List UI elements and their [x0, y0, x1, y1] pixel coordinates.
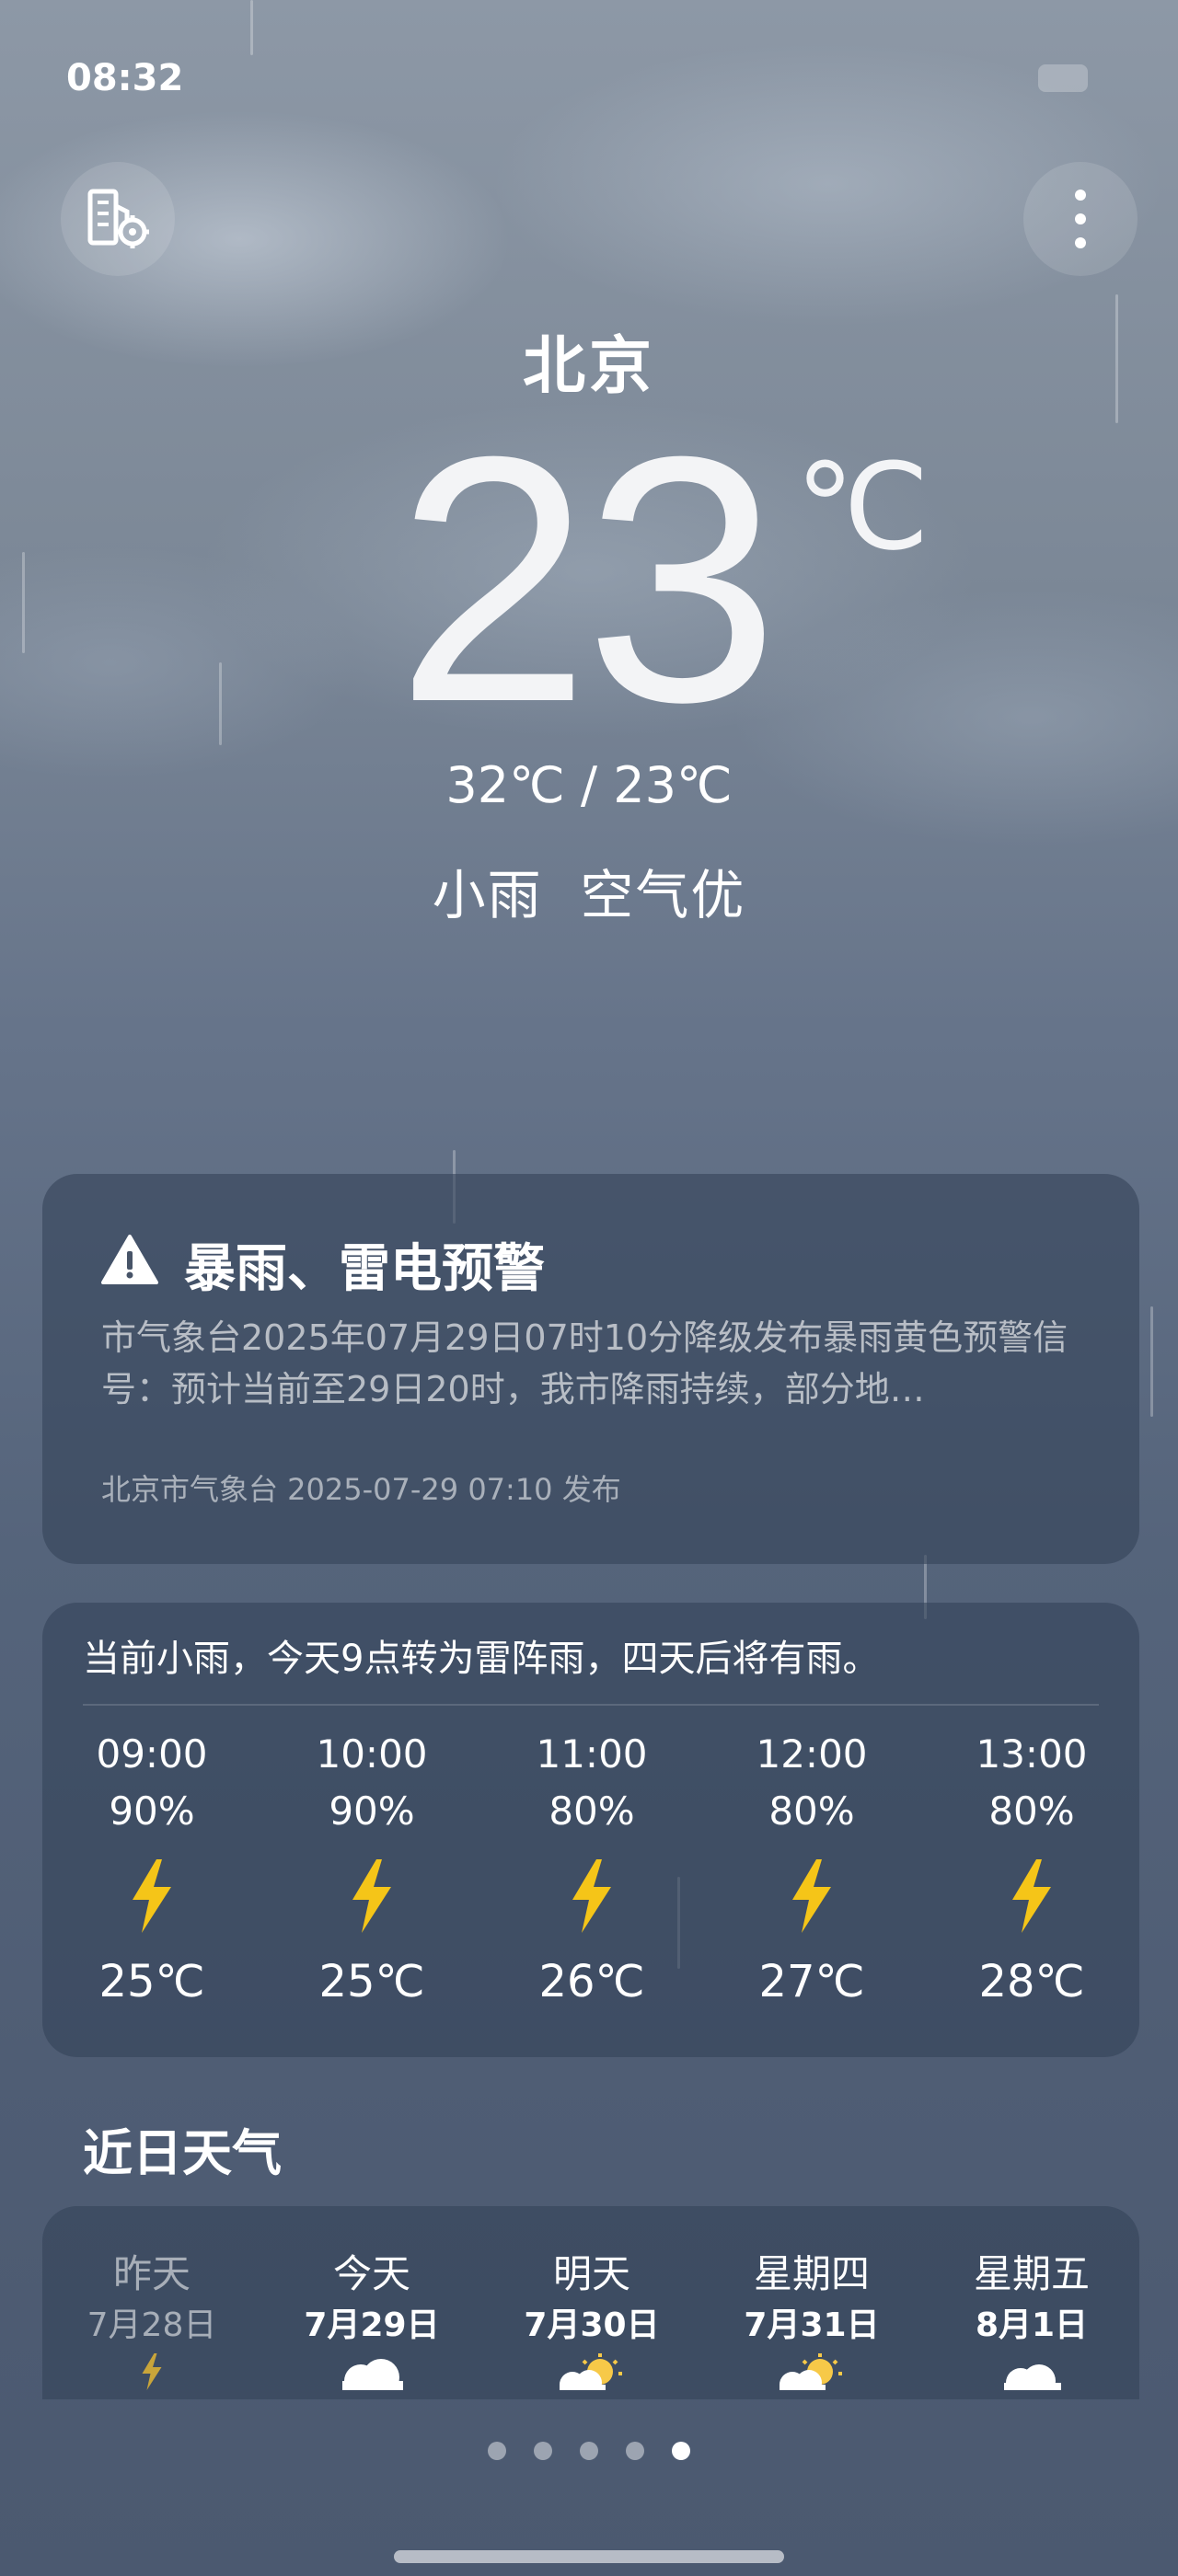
day-date: 7月28日 — [87, 2306, 217, 2344]
home-indicator[interactable] — [394, 2550, 784, 2563]
day-name: 今天 — [332, 2251, 410, 2296]
city-management-button[interactable] — [61, 162, 175, 276]
rain-streak — [22, 552, 25, 653]
hourly-item: 13:00 80% 28℃ — [940, 1731, 1124, 2007]
daily-forecast-card[interactable]: 昨天 7月28日 今天 7月29日 明天 7月30日 星期四 7月31日 星期五… — [42, 2206, 1139, 2399]
weather-condition: 小雨 空气优 — [432, 864, 746, 926]
cloud-icon — [271, 2353, 473, 2399]
page-dot[interactable] — [626, 2442, 644, 2460]
hour-temperature: 28℃ — [978, 1956, 1085, 2007]
lightning-icon — [60, 1846, 244, 1947]
hour-time: 12:00 — [756, 1731, 868, 1777]
precipitation-probability: 80% — [768, 1788, 855, 1834]
hourly-item: 11:00 80% 26℃ — [500, 1731, 684, 2007]
hourly-item: 12:00 80% 27℃ — [720, 1731, 904, 2007]
cloud-icon — [930, 2353, 1133, 2399]
more-dot — [1075, 237, 1086, 248]
day-item-yesterday[interactable]: 昨天 7月28日 — [51, 2243, 253, 2399]
precipitation-probability: 90% — [109, 1788, 195, 1834]
hourly-item: 09:00 90% 25℃ — [60, 1731, 244, 2007]
day-item-tomorrow[interactable]: 明天 7月30日 — [491, 2243, 693, 2399]
alert-body: 市气象台2025年07月29日07时10分降级发布暴雨黄色预警信号：预计当前至2… — [101, 1317, 1068, 1409]
rain-streak — [219, 662, 222, 745]
hour-temperature: 25℃ — [318, 1956, 425, 2007]
lightning-icon — [51, 2353, 253, 2399]
day-date: 8月1日 — [975, 2306, 1089, 2344]
hourly-forecast-card[interactable]: 当前小雨，今天9点转为雷阵雨，四天后将有雨。 09:00 90% 25℃ 10:… — [42, 1603, 1139, 2057]
divider — [83, 1704, 1099, 1706]
day-date: 7月29日 — [304, 2306, 440, 2344]
hour-temperature: 27℃ — [758, 1956, 865, 2007]
hour-temperature: 26℃ — [538, 1956, 645, 2007]
lightning-icon — [280, 1846, 464, 1947]
lightning-icon — [500, 1846, 684, 1947]
more-dot — [1075, 213, 1086, 224]
lightning-icon — [940, 1846, 1124, 1947]
lightning-icon — [720, 1846, 904, 1947]
day-name: 昨天 — [112, 2251, 191, 2296]
hour-time: 09:00 — [96, 1731, 208, 1777]
recent-weather-title: 近日天气 — [83, 2124, 282, 2182]
day-name: 星期五 — [973, 2251, 1090, 2296]
status-bar-time: 08:32 — [66, 57, 184, 99]
weather-alert-card[interactable]: 暴雨、雷电预警 市气象台2025年07月29日07时10分降级发布暴雨黄色预警信… — [42, 1174, 1139, 1564]
page-dot-active[interactable] — [672, 2442, 690, 2460]
alert-source: 北京市气象台 2025-07-29 07:10 发布 — [101, 1472, 621, 1507]
city-settings-icon — [81, 180, 155, 258]
sun-cloud-icon — [710, 2353, 913, 2399]
forecast-summary: 当前小雨，今天9点转为雷阵雨，四天后将有雨。 — [83, 1638, 880, 1680]
warning-triangle-icon — [101, 1235, 158, 1288]
page-dot[interactable] — [534, 2442, 552, 2460]
current-temperature: 23 — [396, 384, 780, 775]
rain-streak — [1150, 1306, 1153, 1417]
battery-icon — [1038, 64, 1088, 92]
temperature-unit: ℃ — [795, 440, 930, 574]
hour-time: 10:00 — [316, 1731, 428, 1777]
hourly-item: 10:00 90% 25℃ — [280, 1731, 464, 2007]
more-dot — [1075, 190, 1086, 201]
day-item-thursday[interactable]: 星期四 7月31日 — [710, 2243, 913, 2399]
precipitation-probability: 90% — [329, 1788, 415, 1834]
alert-title: 暴雨、雷电预警 — [184, 1239, 545, 1299]
day-date: 7月31日 — [744, 2306, 880, 2344]
day-item-today[interactable]: 今天 7月29日 — [271, 2243, 473, 2399]
day-name: 明天 — [552, 2251, 630, 2296]
more-options-button[interactable] — [1023, 162, 1138, 276]
hour-temperature: 25℃ — [98, 1956, 205, 2007]
day-name: 星期四 — [753, 2251, 870, 2296]
day-date: 7月30日 — [524, 2306, 660, 2344]
temperature-range: 32℃ / 23℃ — [445, 756, 733, 814]
precipitation-probability: 80% — [988, 1788, 1075, 1834]
hour-time: 11:00 — [536, 1731, 648, 1777]
hour-time: 13:00 — [976, 1731, 1088, 1777]
page-indicator[interactable] — [488, 2442, 690, 2460]
rain-streak — [250, 0, 253, 55]
page-dot[interactable] — [488, 2442, 506, 2460]
sun-cloud-icon — [491, 2353, 693, 2399]
day-item-friday[interactable]: 星期五 8月1日 — [930, 2243, 1133, 2399]
precipitation-probability: 80% — [549, 1788, 635, 1834]
page-dot[interactable] — [580, 2442, 598, 2460]
